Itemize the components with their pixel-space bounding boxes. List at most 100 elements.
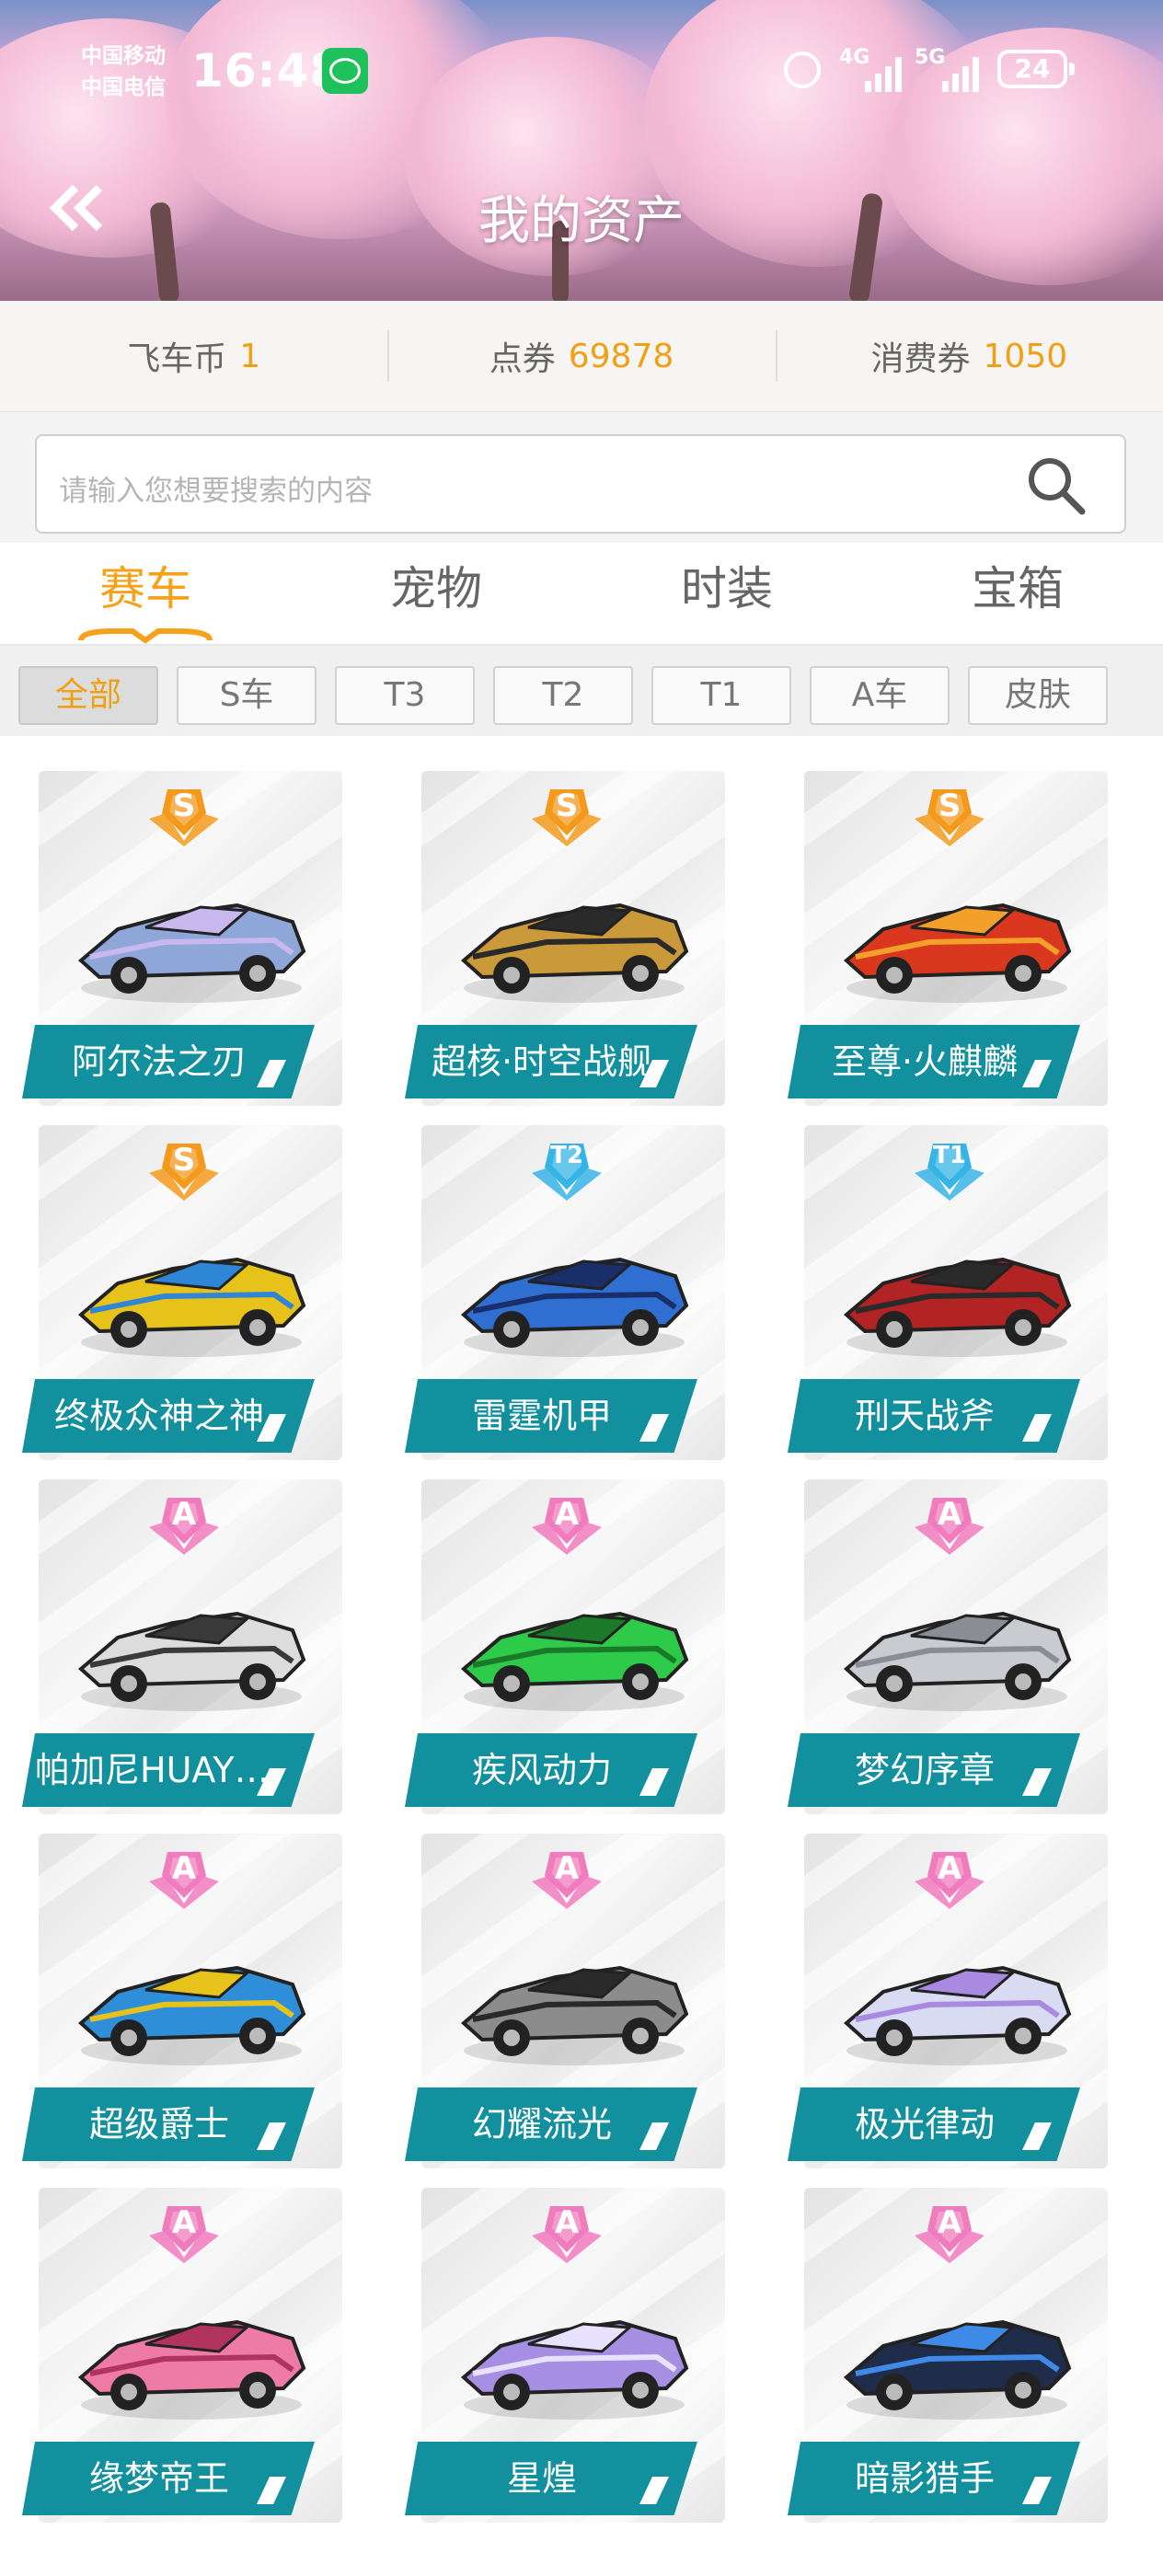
car-card[interactable]: A 疾风动力 — [405, 1479, 725, 1814]
search-icon[interactable] — [1025, 454, 1086, 515]
car-card[interactable]: T2 雷霆机甲 — [405, 1125, 725, 1460]
car-name: 阿尔法之刃 — [71, 1041, 247, 1082]
filter-bar: 全部 S车 T3 T2 T1 A车 皮肤 — [0, 646, 1163, 736]
tab-indicator — [78, 628, 213, 644]
tab-cars[interactable]: 赛车 — [0, 543, 291, 644]
car-name: 疾风动力 — [471, 1750, 612, 1790]
car-card[interactable]: T1 刑天战斧 — [788, 1125, 1108, 1460]
car-image — [843, 903, 1072, 1003]
car-name-ribbon: 幻耀流光 — [405, 2087, 697, 2161]
car-image — [843, 1257, 1072, 1357]
tab-outfits[interactable]: 时装 — [582, 543, 872, 644]
grade-label: A — [937, 1850, 962, 1887]
filter-s-car[interactable]: S车 — [177, 666, 317, 725]
currency-value: 1050 — [983, 337, 1068, 375]
car-name: 缘梦帝王 — [88, 2458, 229, 2499]
grade-label: A — [554, 2204, 580, 2241]
grade-badge-icon: A — [911, 1845, 988, 1911]
car-name: 极光律动 — [854, 2104, 995, 2145]
car-name: 雷霆机甲 — [471, 1396, 612, 1436]
carrier2-label: 中国电信 — [81, 75, 166, 99]
car-name-ribbon: 帕加尼HUAYRA... — [22, 1733, 315, 1807]
tab-pets[interactable]: 宠物 — [291, 543, 582, 644]
carrier-info: 中国移动 中国电信 — [81, 40, 166, 103]
car-name: 超核·时空战舰 — [431, 1041, 653, 1082]
car-grid: S 阿尔法之刃 S 超核·时空战舰 S 至尊·火麒麟 S 终极众神之神 T2 雷霆机甲 T1 刑天战斧… — [0, 736, 1163, 2576]
grade-badge-icon: A — [145, 2199, 223, 2265]
car-name: 刑天战斧 — [854, 1396, 995, 1436]
car-card[interactable]: S 阿尔法之刃 — [22, 771, 342, 1106]
grade-label: A — [171, 1850, 197, 1887]
battery-icon: 24 — [997, 50, 1075, 88]
car-card[interactable]: A 极光律动 — [788, 1834, 1108, 2168]
filter-all[interactable]: 全部 — [18, 666, 158, 725]
car-card[interactable]: A 幻耀流光 — [405, 1834, 725, 2168]
car-image — [77, 1965, 306, 2065]
car-name: 超级爵士 — [88, 2104, 229, 2145]
car-name: 梦幻序章 — [854, 1750, 995, 1790]
search-placeholder: 请输入您想要搜索的内容 — [59, 475, 373, 508]
signal2-icon — [942, 52, 979, 92]
grade-badge-icon: S — [911, 782, 988, 848]
tab-label: 时装 — [681, 562, 773, 615]
grade-label: A — [171, 2204, 197, 2241]
grade-badge-icon: S — [145, 1136, 223, 1202]
carrier1-label: 中国移动 — [81, 44, 166, 68]
car-name: 幻耀流光 — [471, 2104, 612, 2145]
grade-badge-icon: A — [911, 2199, 988, 2265]
car-image — [843, 2319, 1072, 2420]
filter-t1[interactable]: T1 — [651, 666, 791, 725]
currency-label: 消费券 — [870, 340, 971, 378]
car-card[interactable]: A 梦幻序章 — [788, 1479, 1108, 1814]
car-card[interactable]: S 至尊·火麒麟 — [788, 771, 1108, 1106]
car-card[interactable]: A 星煌 — [405, 2188, 725, 2523]
car-card[interactable]: A 暗影猎手 — [788, 2188, 1108, 2523]
grade-badge-icon: S — [528, 782, 605, 848]
car-name: 暗影猎手 — [854, 2458, 995, 2499]
grade-label: A — [171, 1496, 197, 1533]
filter-a-car[interactable]: A车 — [810, 666, 950, 725]
filter-skin[interactable]: 皮肤 — [968, 666, 1108, 725]
grade-badge-icon: T1 — [911, 1136, 988, 1202]
battery-level: 24 — [1014, 53, 1051, 84]
car-name-ribbon: 缘梦帝王 — [22, 2442, 315, 2515]
grade-badge-icon: A — [145, 1490, 223, 1557]
tab-label: 赛车 — [99, 562, 191, 615]
currency-feichebi: 飞车币 1 — [0, 301, 387, 411]
car-image — [77, 1257, 306, 1357]
grade-badge-icon: S — [145, 782, 223, 848]
car-image — [77, 1611, 306, 1711]
car-card[interactable]: A 超级爵士 — [22, 1834, 342, 2168]
network2-label: 5G — [915, 46, 946, 69]
car-image — [843, 1611, 1072, 1711]
grade-label: S — [555, 788, 579, 824]
car-card[interactable]: A 缘梦帝王 — [22, 2188, 342, 2523]
currency-label: 点券 — [489, 340, 556, 378]
car-card[interactable]: S 终极众神之神 — [22, 1125, 342, 1460]
category-tabs: 赛车 宠物 时装 宝箱 — [0, 543, 1163, 646]
wechat-icon — [322, 48, 368, 94]
car-name: 终极众神之神 — [53, 1396, 264, 1436]
filter-t2[interactable]: T2 — [493, 666, 633, 725]
car-name-ribbon: 终极众神之神 — [22, 1379, 315, 1453]
page-title: 我的资产 — [478, 191, 685, 251]
grade-label: T1 — [933, 1142, 966, 1169]
grade-badge-icon: T2 — [528, 1136, 605, 1202]
grade-label: A — [554, 1496, 580, 1533]
tab-label: 宠物 — [390, 562, 482, 615]
header-banner: 中国移动 中国电信 16:48 4G 5G 24 我的资产 — [0, 0, 1163, 301]
currency-dianquan: 点券 69878 — [387, 301, 775, 411]
grade-label: S — [172, 788, 196, 824]
car-card[interactable]: A 帕加尼HUAYRA... — [22, 1479, 342, 1814]
tab-chests[interactable]: 宝箱 — [872, 543, 1163, 644]
car-card[interactable]: S 超核·时空战舰 — [405, 771, 725, 1106]
grade-badge-icon: A — [911, 1490, 988, 1557]
car-image — [460, 903, 689, 1003]
search-input[interactable]: 请输入您想要搜索的内容 — [35, 434, 1126, 534]
filter-t3[interactable]: T3 — [335, 666, 475, 725]
grade-label: S — [938, 788, 961, 824]
clock: 16:48 — [191, 44, 343, 98]
car-name: 星煌 — [506, 2458, 577, 2499]
car-name-ribbon: 刑天战斧 — [788, 1379, 1080, 1453]
car-image — [843, 1965, 1072, 2065]
